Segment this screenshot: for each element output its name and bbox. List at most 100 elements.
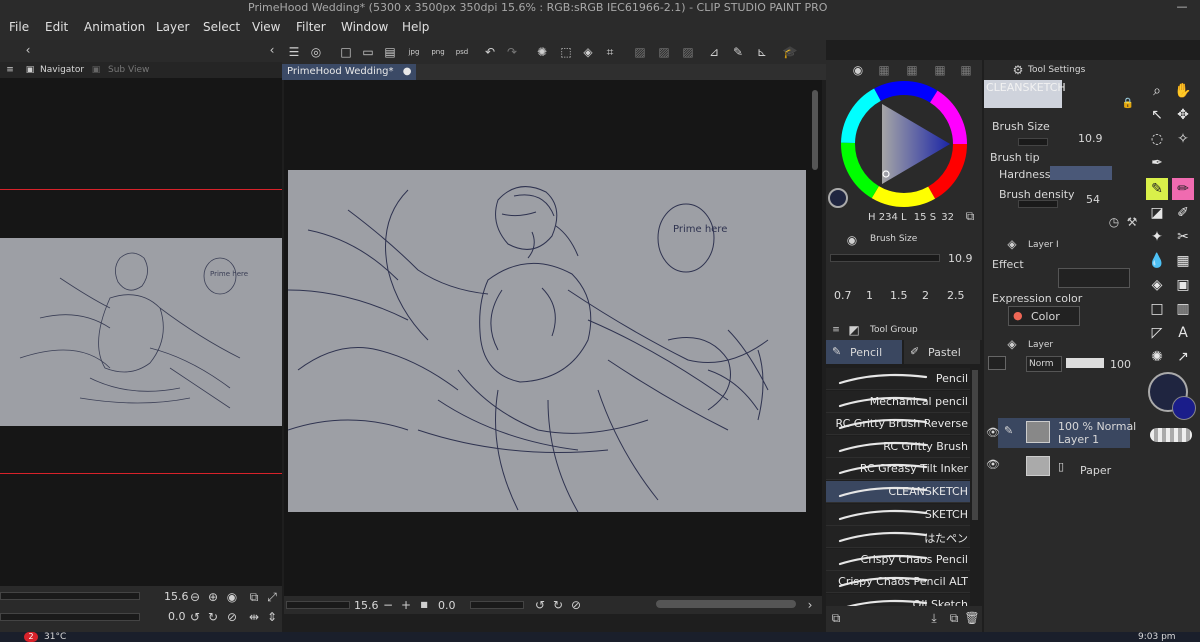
opacity-slider[interactable] [1066, 358, 1104, 368]
fill-bucket-icon[interactable]: ▦ [1172, 250, 1194, 272]
menu-layer[interactable]: Layer [156, 20, 189, 34]
color-history-icon[interactable]: ▦ [932, 62, 948, 78]
pencil-tool-icon[interactable]: ✏ [1172, 178, 1194, 200]
expression-color-select[interactable]: ● Color [1008, 306, 1080, 326]
undo-icon[interactable]: ↶ [482, 44, 498, 60]
brush-item[interactable]: RC Gritty Brush Reverse [826, 413, 970, 436]
airbrush-tool-icon[interactable]: ✦ [1146, 226, 1168, 248]
drawing-canvas[interactable]: Prime here [288, 170, 806, 512]
layer-tab[interactable]: Layer [1028, 340, 1053, 350]
layer-row[interactable]: 👁 ✎ 100 % Normal Layer 1 [986, 418, 1136, 448]
select-all-icon[interactable]: ⬚ [558, 44, 574, 60]
tool-detail-icon[interactable]: ⚒ [1124, 214, 1140, 230]
zoom-in-icon[interactable]: + [398, 597, 414, 613]
density-slider[interactable] [1018, 200, 1058, 208]
size-preset[interactable]: 1 [866, 289, 873, 302]
layer-row[interactable]: 👁 ▯ Paper [986, 452, 1130, 480]
transparent-color-chip[interactable] [1150, 428, 1192, 442]
open-icon[interactable]: ▭ [360, 44, 376, 60]
brush-item[interactable]: CLEANSKETCH [826, 481, 970, 503]
menu-edit[interactable]: Edit [45, 20, 68, 34]
export-jpg-icon[interactable]: jpg [406, 44, 422, 60]
correct-line-tool-icon[interactable]: ↗ [1172, 346, 1194, 368]
status-zoom-slider[interactable] [286, 601, 350, 609]
new-icon[interactable]: □ [338, 44, 354, 60]
intermediate-color-icon[interactable]: ▦ [958, 62, 974, 78]
zoom-out-icon[interactable]: ⊖ [187, 589, 203, 605]
menu-help[interactable]: Help [402, 20, 429, 34]
status-rotate-slider[interactable] [470, 601, 524, 609]
chevron-right-icon[interactable]: › [802, 597, 818, 613]
notification-badge[interactable]: 2 [24, 632, 38, 642]
tab-pencil[interactable]: ✎ Pencil [826, 340, 902, 364]
figure-tool-icon[interactable]: □ [1146, 298, 1168, 320]
brush-item[interactable]: Mechanical pencil [826, 390, 970, 413]
text-tool-icon[interactable]: A [1172, 322, 1194, 344]
chevron-left-icon[interactable]: ‹ [264, 42, 280, 58]
menu-file[interactable]: File [9, 20, 29, 34]
brush-list-scrollbar[interactable] [972, 370, 978, 520]
balloon-tool-icon[interactable]: ✺ [1146, 346, 1168, 368]
operation-tool-icon[interactable]: ↖ [1146, 104, 1168, 126]
eraser-tool-icon[interactable]: ◪ [1146, 202, 1168, 224]
rotate-slider[interactable] [0, 613, 140, 621]
tab-navigator[interactable]: Navigator [40, 65, 84, 75]
copy-icon[interactable]: ⧉ [946, 610, 962, 626]
brush-item[interactable]: RC Greasy Tilt Inker [826, 458, 970, 481]
close-icon[interactable]: ● [403, 66, 412, 77]
tool-brush-size-slider[interactable] [1018, 138, 1048, 146]
tool-settings-tab[interactable]: Tool Settings [1028, 65, 1085, 75]
blend-tool-icon[interactable]: 💧 [1146, 250, 1168, 272]
auto-select-tool-icon[interactable]: ✧ [1172, 128, 1194, 150]
rotate-right-icon[interactable]: ↻ [550, 597, 566, 613]
eye-icon[interactable]: 👁 [986, 426, 1000, 439]
sub-tool-settings-icon[interactable]: ⧉ [828, 610, 844, 626]
menu-select[interactable]: Select [203, 20, 240, 34]
size-preset[interactable]: 2 [922, 289, 929, 302]
brush-item[interactable]: RC Gritty Brush [826, 435, 970, 458]
rotate-left-icon[interactable]: ↺ [187, 609, 203, 625]
trash-icon[interactable]: 🗑 [964, 610, 980, 626]
navigator-view[interactable]: Prime here [0, 78, 282, 586]
learn-icon[interactable]: 🎓 [782, 44, 798, 60]
brush-item[interactable]: Crispy Chaos Pencil [826, 548, 970, 571]
menu-filter[interactable]: Filter [296, 20, 326, 34]
color-settings-icon[interactable]: ⧉ [962, 208, 978, 224]
reset-icon[interactable]: ◷ [1106, 214, 1122, 230]
clear-selection-icon[interactable]: ▨ [632, 44, 648, 60]
fill-tool-icon[interactable]: ◈ [1146, 274, 1168, 296]
blend-mode-select[interactable]: Norm [1026, 356, 1062, 372]
panel-menu-icon[interactable]: ≡ [828, 322, 844, 338]
brush-item[interactable]: Crispy Chaos Pencil ALT [826, 571, 970, 594]
zoom-in-icon[interactable]: ⊕ [205, 589, 221, 605]
flip-vertical-icon[interactable]: ⇕ [264, 609, 280, 625]
fill-icon[interactable]: ◈ [580, 44, 596, 60]
menu-animation[interactable]: Animation [84, 20, 145, 34]
zoom-slider[interactable] [0, 592, 140, 600]
gradient-tool-icon[interactable]: ▣ [1172, 274, 1194, 296]
rotate-right-icon[interactable]: ↻ [205, 609, 221, 625]
brush-item[interactable]: Pencil [826, 368, 970, 390]
save-icon[interactable]: ▤ [382, 44, 398, 60]
size-preset[interactable]: 1.5 [890, 289, 908, 302]
move-layer-tool-icon[interactable]: ✥ [1172, 104, 1194, 126]
layer-property-tab[interactable]: Layer I [1028, 240, 1059, 250]
export-psd-icon[interactable]: psd [454, 44, 470, 60]
flip-horizontal-icon[interactable]: ⇹ [246, 609, 262, 625]
sub-color-circle[interactable] [1172, 396, 1196, 420]
menu-window[interactable]: Window [341, 20, 388, 34]
decoration-tool-icon[interactable]: ✂ [1172, 226, 1194, 248]
pen-tool-icon[interactable]: ✎ [1146, 178, 1168, 200]
reset-rotate-icon[interactable]: ⊘ [224, 609, 240, 625]
color-slider-icon[interactable]: ▦ [904, 62, 920, 78]
transform-icon[interactable]: ✺ [534, 44, 550, 60]
snap-icon[interactable]: ⊾ [754, 44, 770, 60]
size-preset[interactable]: 2.5 [947, 289, 965, 302]
horizontal-scrollbar[interactable] [656, 600, 796, 608]
menu-view[interactable]: View [252, 20, 280, 34]
vertical-scrollbar[interactable] [812, 90, 818, 170]
lock-icon[interactable]: 🔒 [1120, 96, 1136, 112]
fit-icon[interactable]: ◉ [224, 589, 240, 605]
tab-subview[interactable]: Sub View [108, 65, 149, 75]
download-icon[interactable]: ⤓ [926, 610, 942, 626]
